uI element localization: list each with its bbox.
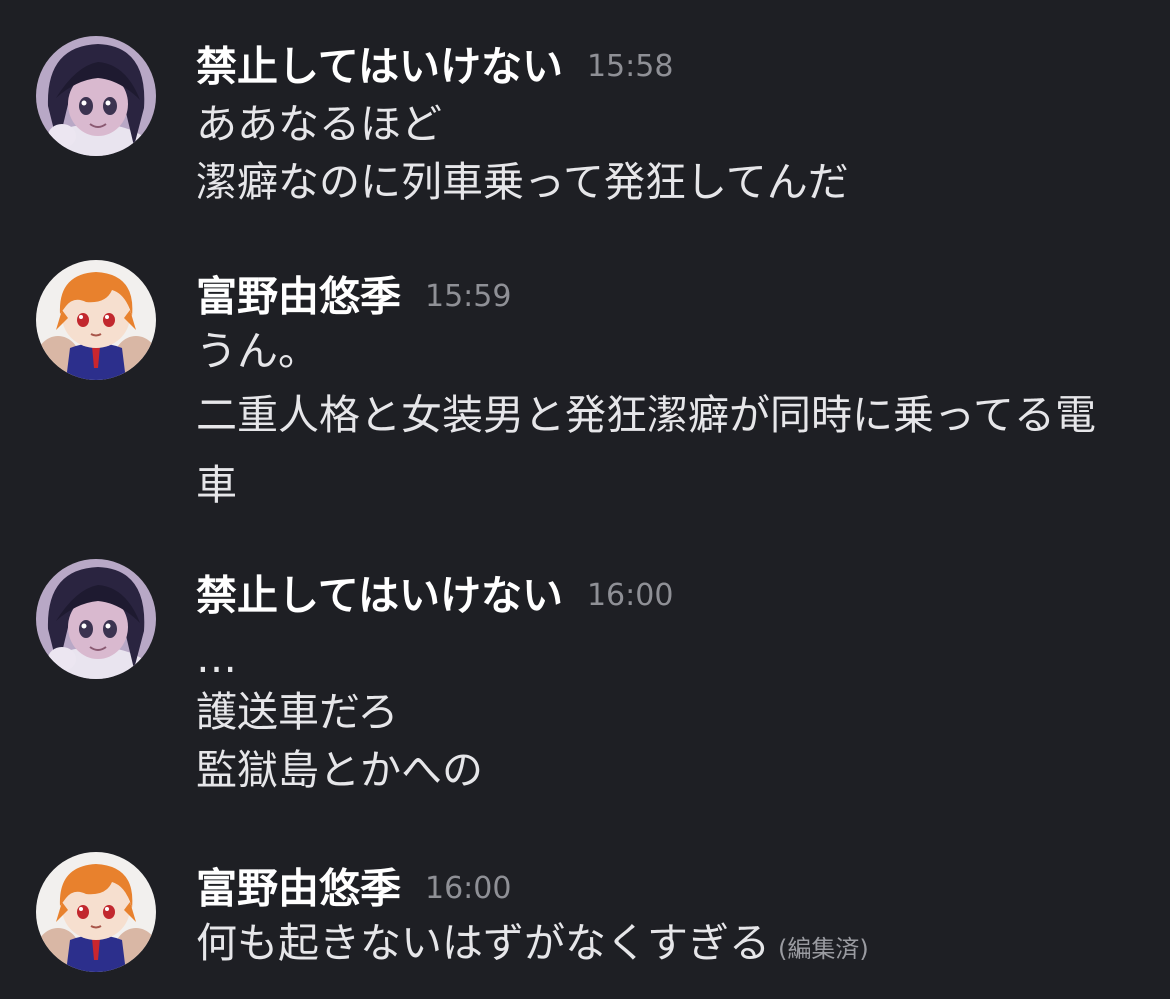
message-line: うん。 xyxy=(196,327,319,375)
message-line: 二重人格と女装男と発狂潔癖が同時に乗ってる電車 xyxy=(196,391,1096,509)
message-header: 禁止してはいけない 15:58 xyxy=(196,36,673,96)
edited-label: (編集済) xyxy=(778,935,869,963)
avatar[interactable] xyxy=(36,852,156,972)
author-name[interactable]: 富野由悠季 xyxy=(196,865,401,913)
timestamp: 15:59 xyxy=(425,278,512,314)
avatar[interactable] xyxy=(36,36,156,156)
message-header: 富野由悠季 15:59 xyxy=(196,266,511,326)
message-body: … 護送車だろ 監獄島とかへの xyxy=(196,633,1136,799)
message-body: 何も起きないはずがなくすぎる (編集済) xyxy=(196,914,1136,978)
message-header: 禁止してはいけない 16:00 xyxy=(196,565,673,625)
purple-hair-figure-avatar-icon xyxy=(36,559,156,679)
timestamp: 16:00 xyxy=(425,870,512,906)
timestamp: 15:58 xyxy=(586,48,674,84)
timestamp: 16:00 xyxy=(586,577,674,613)
message-line: 何も起きないはずがなくすぎる (編集済) xyxy=(196,914,1136,978)
chat-log: 禁止してはいけない 15:58 ああなるほど 潔癖なのに列車乗って発狂してんだ xyxy=(0,0,1170,999)
avatar[interactable] xyxy=(36,559,156,679)
message-body: うん。 二重人格と女装男と発狂潔癖が同時に乗ってる電車 xyxy=(196,322,1136,520)
purple-hair-figure-avatar-icon xyxy=(36,36,156,156)
author-name[interactable]: 富野由悠季 xyxy=(196,273,401,321)
message-line: 潔癖なのに列車乗って発狂してんだ xyxy=(196,158,849,206)
message-line: ああなるほど xyxy=(196,100,442,148)
orange-hair-plush-avatar-icon xyxy=(36,852,156,972)
avatar[interactable] xyxy=(36,260,156,380)
message-body: ああなるほど 潔癖なのに列車乗って発狂してんだ xyxy=(196,95,1136,211)
message-header: 富野由悠季 16:00 xyxy=(196,858,511,918)
message-line: 監獄島とかへの xyxy=(196,746,483,794)
message-line: 護送車だろ xyxy=(196,688,399,736)
author-name[interactable]: 禁止してはいけない xyxy=(196,43,563,91)
message-text: 何も起きないはずがなくすぎる xyxy=(196,919,770,967)
message-line: … xyxy=(196,634,237,682)
orange-hair-plush-avatar-icon xyxy=(36,260,156,380)
author-name[interactable]: 禁止してはいけない xyxy=(196,572,563,620)
